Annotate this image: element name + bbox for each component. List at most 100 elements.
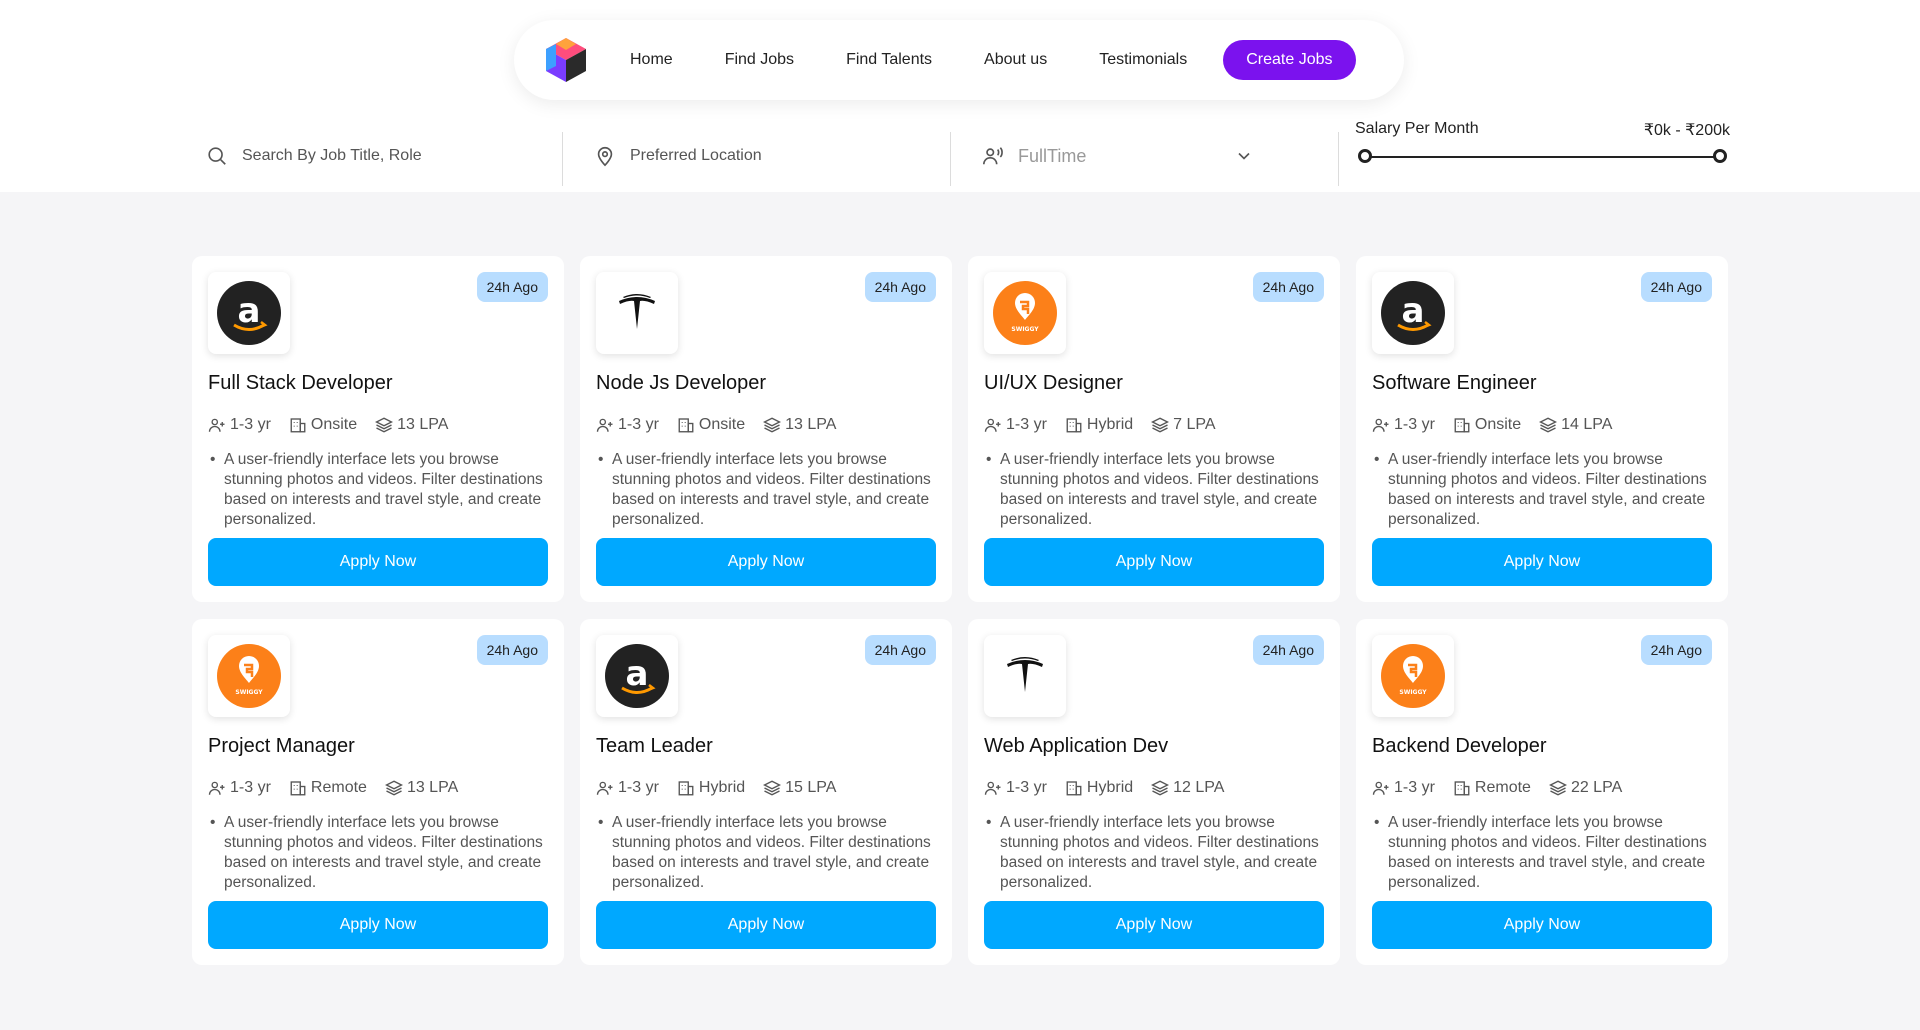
apply-now-button[interactable]: Apply Now [596, 538, 936, 586]
posted-badge: 24h Ago [1640, 272, 1712, 302]
header-area: Home Find Jobs Find Talents About us Tes… [0, 0, 1920, 192]
job-card: 24h Ago Node Js Developer 1-3 yr Onsite … [580, 256, 952, 602]
company-logo: a [208, 272, 290, 354]
broadcast-person-icon [983, 147, 1003, 165]
company-logo: SWIGGY [208, 635, 290, 717]
job-title[interactable]: Team Leader [596, 735, 713, 758]
job-title[interactable]: Node Js Developer [596, 372, 766, 395]
work-mode: Hybrid [1065, 416, 1133, 434]
job-title[interactable]: Project Manager [208, 735, 355, 758]
salary: 12 LPA [1151, 779, 1224, 797]
chevron-down-icon[interactable] [1234, 146, 1254, 166]
tesla-logo-icon [993, 644, 1057, 708]
job-meta: 1-3 yr Hybrid 12 LPA [984, 779, 1242, 797]
job-type-value: FullTime [1018, 145, 1087, 166]
job-title[interactable]: Backend Developer [1372, 735, 1547, 758]
divider [562, 132, 563, 186]
location-input[interactable]: Preferred Location [630, 147, 762, 165]
building-icon [290, 418, 306, 433]
nav-find-jobs[interactable]: Find Jobs [725, 51, 794, 69]
experience: 1-3 yr [208, 416, 271, 434]
salary-min-handle[interactable] [1358, 149, 1372, 163]
salary-value: 12 LPA [1173, 779, 1225, 796]
salary-label: Salary Per Month [1355, 120, 1479, 137]
experience-value: 1-3 yr [1394, 779, 1435, 796]
work-mode-value: Onsite [698, 416, 746, 433]
experience: 1-3 yr [1372, 779, 1435, 797]
company-logo [984, 635, 1066, 717]
company-logo: a [596, 635, 678, 717]
job-description: A user-friendly interface lets you brows… [1372, 450, 1716, 530]
salary-range-value: ₹0k - ₹200k [1643, 122, 1730, 139]
location-pin-icon [597, 146, 613, 167]
search-input[interactable]: Search By Job Title, Role [242, 147, 422, 165]
work-mode-value: Onsite [1474, 416, 1522, 433]
job-title[interactable]: Web Application Dev [984, 735, 1168, 758]
layers-icon [1539, 417, 1558, 433]
building-icon [1066, 418, 1082, 433]
layers-icon [763, 780, 782, 796]
posted-badge: 24h Ago [476, 272, 548, 302]
job-meta: 1-3 yr Hybrid 15 LPA [596, 779, 854, 797]
layers-icon [375, 417, 394, 433]
posted-badge: 24h Ago [1640, 635, 1712, 665]
nav-home[interactable]: Home [630, 51, 673, 69]
svg-text:SWIGGY: SWIGGY [1399, 689, 1427, 696]
svg-text:a: a [626, 654, 649, 694]
posted-badge: 24h Ago [476, 635, 548, 665]
apply-now-button[interactable]: Apply Now [984, 901, 1324, 949]
add-user-icon [596, 418, 613, 432]
building-icon [678, 781, 694, 796]
location-search[interactable]: Preferred Location [594, 132, 934, 180]
job-title[interactable]: Software Engineer [1372, 372, 1537, 395]
job-card: SWIGGY 24h Ago Project Manager 1-3 yr Re… [192, 619, 564, 965]
svg-text:SWIGGY: SWIGGY [235, 689, 263, 696]
job-description: A user-friendly interface lets you brows… [596, 450, 940, 530]
company-logo: a [1372, 272, 1454, 354]
work-mode: Hybrid [677, 779, 745, 797]
create-jobs-button[interactable]: Create Jobs [1223, 40, 1356, 80]
job-title[interactable]: Full Stack Developer [208, 372, 393, 395]
cube-logo-icon[interactable] [544, 36, 588, 84]
apply-now-button[interactable]: Apply Now [984, 538, 1324, 586]
swiggy-logo-icon: SWIGGY [217, 644, 281, 708]
amazon-logo-icon: a [605, 644, 669, 708]
posted-badge: 24h Ago [1252, 635, 1324, 665]
experience: 1-3 yr [596, 779, 659, 797]
salary-max-handle[interactable] [1713, 149, 1727, 163]
add-user-icon [984, 418, 1001, 432]
navbar: Home Find Jobs Find Talents About us Tes… [514, 20, 1404, 100]
salary: 13 LPA [384, 779, 458, 797]
nav-find-talents[interactable]: Find Talents [846, 51, 932, 69]
nav-about-us[interactable]: About us [984, 51, 1047, 69]
job-card: 24h Ago Web Application Dev 1-3 yr Hybri… [968, 619, 1340, 965]
apply-now-button[interactable]: Apply Now [596, 901, 936, 949]
apply-now-button[interactable]: Apply Now [1372, 901, 1712, 949]
experience-value: 1-3 yr [618, 416, 659, 433]
salary-value: 13 LPA [397, 416, 449, 433]
salary-slider-track[interactable] [1365, 156, 1720, 158]
work-mode-value: Remote [310, 779, 367, 796]
add-user-icon [984, 781, 1001, 795]
company-logo [596, 272, 678, 354]
nav-testimonials[interactable]: Testimonials [1099, 51, 1187, 69]
job-meta: 1-3 yr Hybrid 7 LPA [984, 416, 1234, 434]
layers-icon [1151, 417, 1170, 433]
experience-value: 1-3 yr [1006, 416, 1047, 433]
job-description: A user-friendly interface lets you brows… [1372, 813, 1716, 893]
salary-value: 7 LPA [1173, 416, 1216, 433]
apply-now-button[interactable]: Apply Now [1372, 538, 1712, 586]
add-user-icon [596, 781, 613, 795]
search-icon [208, 147, 226, 165]
job-type-select[interactable]: FullTime [982, 132, 1254, 180]
work-mode-value: Remote [1474, 779, 1531, 796]
building-icon [1066, 781, 1082, 796]
apply-now-button[interactable]: Apply Now [208, 538, 548, 586]
apply-now-button[interactable]: Apply Now [208, 901, 548, 949]
keyword-search[interactable]: Search By Job Title, Role [206, 132, 546, 180]
experience: 1-3 yr [984, 416, 1047, 434]
salary-value: 22 LPA [1570, 779, 1623, 796]
job-title[interactable]: UI/UX Designer [984, 372, 1123, 395]
work-mode-value: Hybrid [1086, 416, 1134, 433]
experience-value: 1-3 yr [230, 416, 271, 433]
